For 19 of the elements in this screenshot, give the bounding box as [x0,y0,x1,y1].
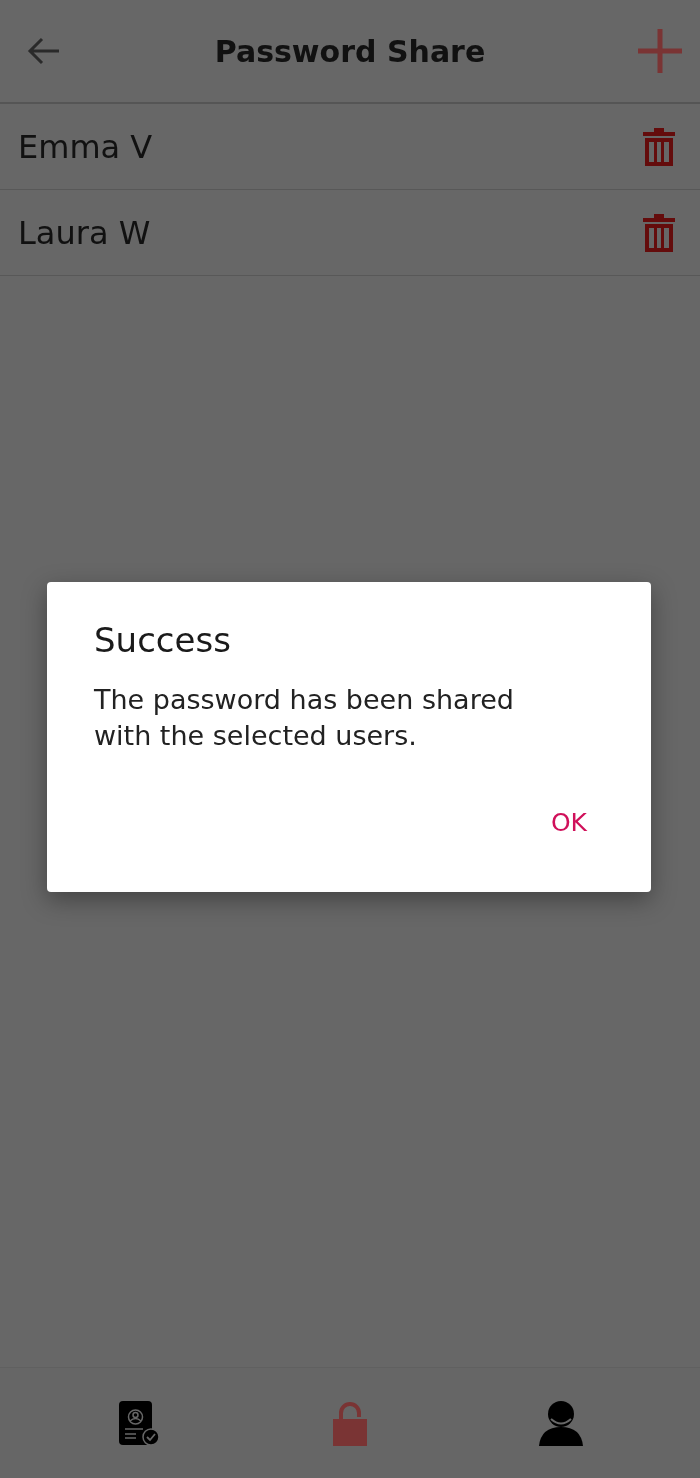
user-name: Emma V [18,127,153,166]
user-icon [537,1400,584,1446]
dialog-title: Success [94,620,232,660]
trash-icon [642,212,676,253]
profile-document-icon [118,1400,161,1446]
back-button[interactable] [26,36,62,66]
back-arrow-icon [26,36,62,66]
user-row[interactable]: Laura W [0,190,700,276]
padlock-icon [332,1400,368,1446]
delete-button[interactable] [642,126,676,167]
ok-button[interactable]: OK [526,802,611,843]
add-button[interactable] [638,29,682,73]
user-row[interactable]: Emma V [0,104,700,190]
plus-icon [638,29,682,73]
user-name: Laura W [18,213,151,252]
trash-icon [642,126,676,167]
dialog-message: The password has been shared with the selected users. [94,683,515,753]
screen-title: Password Share [214,33,486,69]
delete-button[interactable] [642,212,676,253]
